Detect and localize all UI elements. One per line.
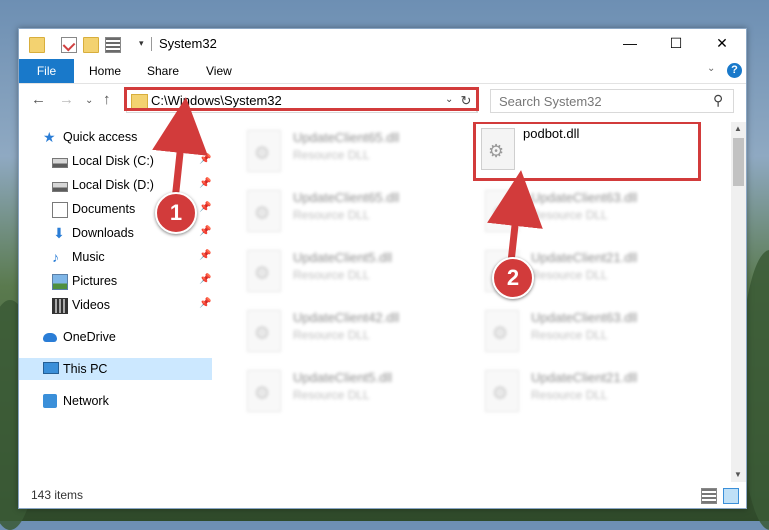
- arrow-to-podbot-file: [487, 170, 543, 266]
- step-2-badge: 2: [492, 257, 534, 299]
- step-1-badge: 1: [155, 192, 197, 234]
- annotation-arrows: [152, 97, 543, 266]
- arrow-to-address-bar: [152, 97, 208, 204]
